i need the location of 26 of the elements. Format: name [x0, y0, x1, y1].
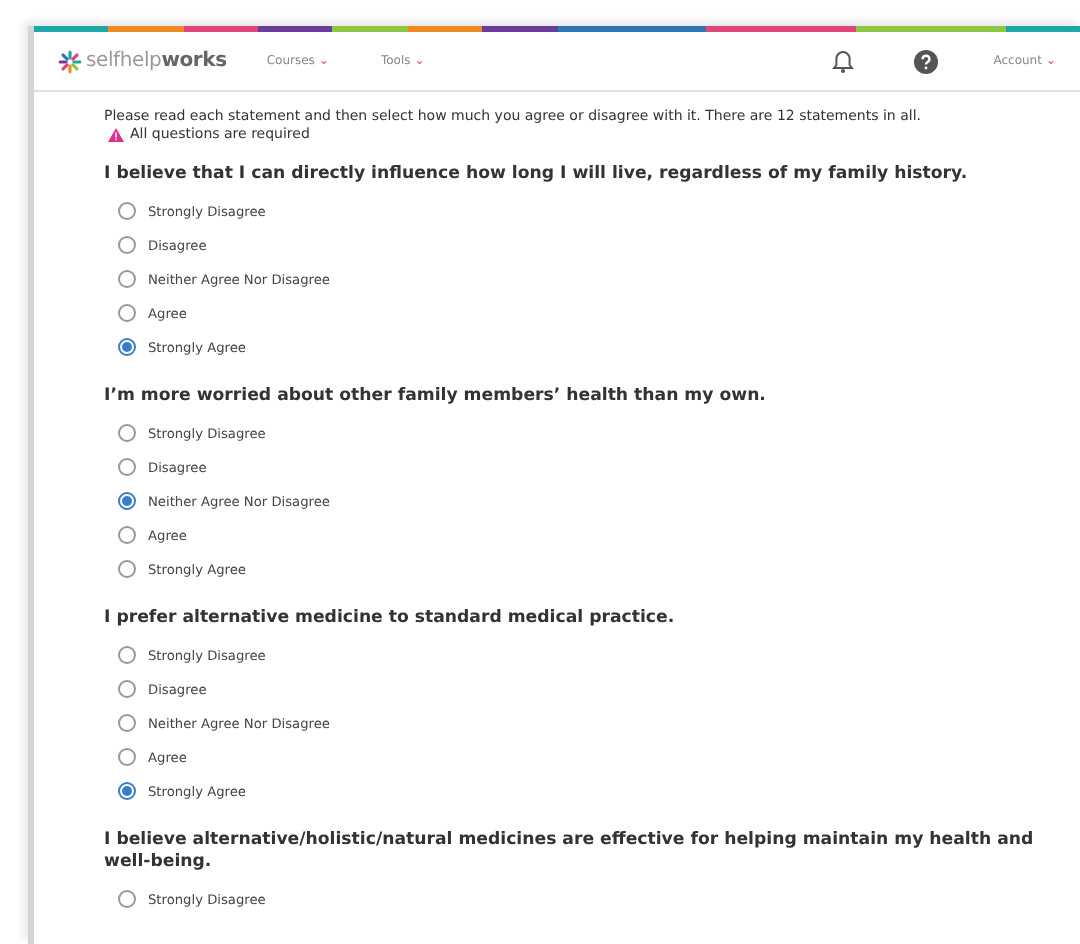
- radio-button[interactable]: [118, 270, 136, 288]
- radio-button[interactable]: [118, 890, 136, 908]
- warning-icon: [108, 127, 124, 141]
- radio-button[interactable]: [118, 492, 136, 510]
- logo-icon: [58, 49, 82, 73]
- radio-button[interactable]: [118, 424, 136, 442]
- radio-button[interactable]: [118, 236, 136, 254]
- radio-button[interactable]: [118, 560, 136, 578]
- radio-button[interactable]: [118, 714, 136, 732]
- radio-button[interactable]: [118, 202, 136, 220]
- radio-button[interactable]: [118, 458, 136, 476]
- logo-text: selfhelpworks: [86, 50, 227, 72]
- radio-button[interactable]: [118, 304, 136, 322]
- radio-button[interactable]: [118, 338, 136, 356]
- question-statement: I’m more worried about other family members’ health than my own.: [104, 386, 768, 408]
- radio-button[interactable]: [118, 680, 136, 698]
- radio-button[interactable]: [118, 782, 136, 800]
- logo[interactable]: selfhelpworks: [58, 49, 227, 73]
- radio-button[interactable]: [118, 526, 136, 544]
- bell-icon: [831, 49, 854, 73]
- question-statement: I prefer alternative medicine to standard medical practice.: [104, 608, 677, 630]
- help-icon: [913, 49, 938, 73]
- radio-button[interactable]: [118, 748, 136, 766]
- question-statement: I believe that I can directly influence how long I will live, regardless of my family history.: [104, 164, 970, 186]
- radio-button[interactable]: [118, 646, 136, 664]
- question-statement: I believe alternative/holistic/natural medicines are effective for helping maintain my health and well-being.: [104, 830, 1036, 874]
